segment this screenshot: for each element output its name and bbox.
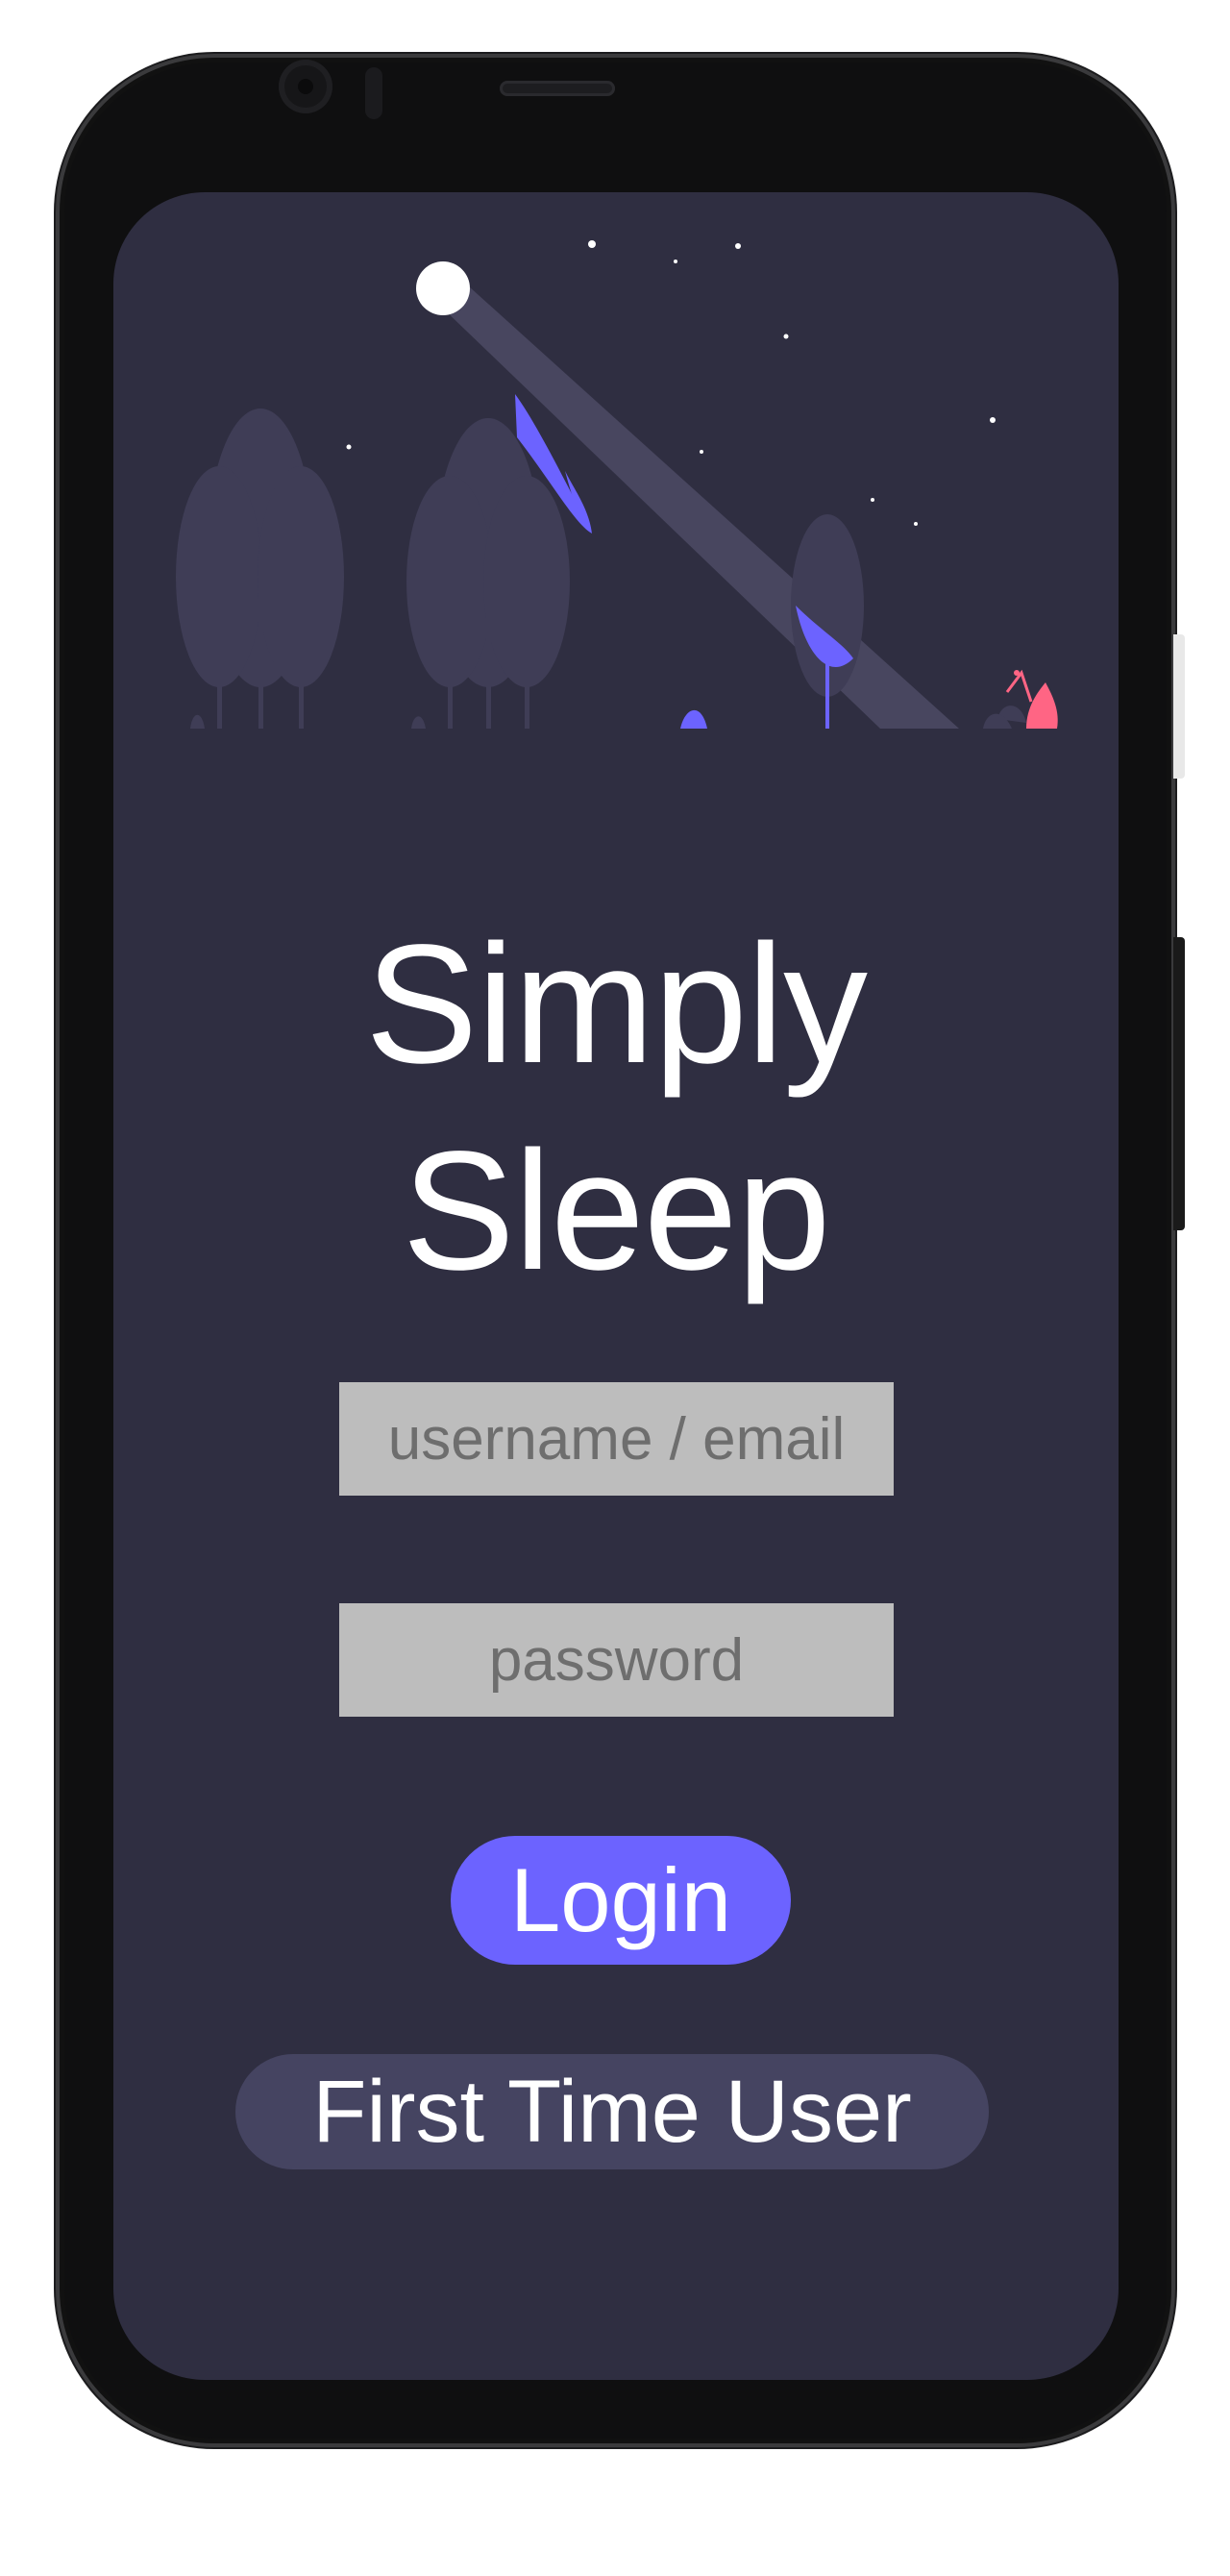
username-email-input[interactable] [339,1382,894,1496]
earpiece-speaker [500,81,615,96]
password-input[interactable] [339,1603,894,1717]
power-button [1173,634,1185,779]
moon-icon [416,261,470,315]
front-camera [279,60,332,113]
night-forest-illustration [176,240,1058,729]
tree-icon [176,409,344,729]
proximity-sensor [365,67,382,119]
volume-button [1173,937,1185,1230]
login-button[interactable]: Login [451,1836,791,1965]
first-time-user-button[interactable]: First Time User [235,2054,989,2169]
login-screen: Simply Sleep Login First Time User [113,192,1119,2380]
app-title-line2: Sleep [402,1117,830,1305]
stars [214,240,996,526]
campfire-icon [983,669,1058,729]
app-title-line1: Simply [364,910,868,1099]
